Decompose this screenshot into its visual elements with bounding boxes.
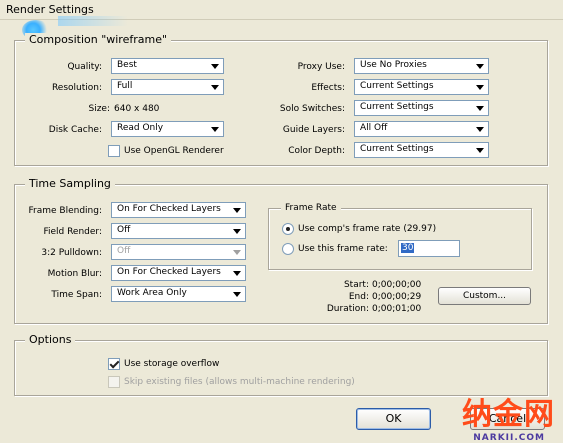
chevron-down-icon: [211, 85, 219, 90]
pulldown-value: Off: [117, 246, 131, 256]
time-span-select[interactable]: Work Area Only: [111, 286, 246, 302]
effects-value: Current Settings: [360, 81, 434, 91]
motion-blur-select[interactable]: On For Checked Layers: [111, 265, 246, 281]
start-value: 0;00;00;00: [372, 280, 422, 290]
pulldown-select: Off: [111, 244, 246, 260]
time-span-value: Work Area Only: [117, 288, 187, 298]
quality-value: Best: [117, 60, 137, 70]
duration-value: 0;00;01;00: [372, 304, 422, 314]
color-depth-label: Color Depth:: [288, 146, 345, 156]
guide-layers-value: All Off: [360, 123, 388, 133]
resolution-label: Resolution:: [51, 83, 102, 93]
disk-cache-value: Read Only: [117, 123, 164, 133]
chevron-down-icon: [476, 85, 484, 90]
quality-select[interactable]: Best: [111, 58, 224, 74]
this-frame-rate-radio[interactable]: [282, 243, 294, 255]
frame-blending-label: Frame Blending:: [28, 206, 102, 216]
solo-switches-value: Current Settings: [360, 102, 434, 112]
frame-blending-select[interactable]: On For Checked Layers: [111, 202, 246, 218]
comp-frame-rate-label: Use comp's frame rate (29.97): [298, 224, 437, 234]
opengl-checkbox[interactable]: [108, 145, 120, 157]
end-label: End:: [348, 292, 369, 302]
proxy-use-value: Use No Proxies: [360, 60, 427, 70]
disk-cache-label: Disk Cache:: [48, 125, 102, 135]
proxy-use-label: Proxy Use:: [297, 62, 345, 72]
custom-button[interactable]: Custom...: [438, 287, 531, 305]
chevron-down-icon: [233, 208, 241, 213]
storage-overflow-label: Use storage overflow: [124, 359, 220, 369]
time-sampling-legend: Time Sampling: [25, 177, 115, 190]
time-span-label: Time Span:: [51, 290, 102, 300]
frame-rate-input-value: 30: [401, 243, 415, 253]
proxy-use-select[interactable]: Use No Proxies: [354, 58, 489, 74]
duration-label: Duration:: [326, 304, 369, 314]
field-render-value: Off: [117, 225, 131, 235]
composition-legend: Composition "wireframe": [25, 33, 172, 46]
end-value: 0;00;00;29: [372, 292, 422, 302]
color-depth-value: Current Settings: [360, 144, 434, 154]
chevron-down-icon: [211, 64, 219, 69]
this-frame-rate-label: Use this frame rate:: [298, 244, 388, 254]
disk-cache-select[interactable]: Read Only: [111, 121, 224, 137]
size-value: 640 x 480: [114, 104, 160, 114]
window-title: Render Settings: [6, 3, 94, 16]
motion-blur-value: On For Checked Layers: [117, 267, 221, 277]
guide-layers-select[interactable]: All Off: [354, 121, 489, 137]
start-label: Start:: [343, 280, 369, 290]
chevron-down-icon: [476, 64, 484, 69]
watermark: 纳金网 NARKII.COM: [428, 397, 563, 443]
storage-overflow-checkbox[interactable]: [108, 358, 120, 370]
pulldown-label: 3:2 Pulldown:: [41, 248, 102, 258]
chevron-down-icon: [476, 148, 484, 153]
opengl-label: Use OpenGL Renderer: [124, 146, 224, 156]
blue-blur-artifact-2: [58, 16, 128, 26]
ok-button[interactable]: OK: [356, 408, 431, 430]
skip-existing-label: Skip existing files (allows multi-machin…: [124, 377, 355, 387]
field-render-select[interactable]: Off: [111, 223, 246, 239]
size-label: Size:: [88, 104, 110, 114]
field-render-label: Field Render:: [43, 227, 102, 237]
chevron-down-icon: [233, 229, 241, 234]
resolution-select[interactable]: Full: [111, 79, 224, 95]
guide-layers-label: Guide Layers:: [282, 125, 345, 135]
options-legend: Options: [25, 333, 76, 346]
chevron-down-icon: [233, 292, 241, 297]
resolution-value: Full: [117, 81, 133, 91]
solo-switches-label: Solo Switches:: [279, 104, 345, 114]
chevron-down-icon: [233, 271, 241, 276]
effects-select[interactable]: Current Settings: [354, 79, 489, 95]
comp-frame-rate-radio[interactable]: [282, 223, 294, 235]
chevron-down-icon: [211, 127, 219, 132]
frame-rate-input[interactable]: 30: [398, 240, 460, 257]
skip-existing-checkbox: [108, 376, 120, 388]
frame-rate-group: Frame Rate: [268, 203, 532, 270]
color-depth-select[interactable]: Current Settings: [354, 142, 489, 158]
chevron-down-icon: [476, 106, 484, 111]
effects-label: Effects:: [311, 83, 345, 93]
chevron-down-icon: [476, 127, 484, 132]
options-group: Options: [14, 333, 548, 396]
watermark-url: NARKII.COM: [473, 433, 545, 443]
frame-rate-legend: Frame Rate: [281, 203, 341, 213]
chevron-down-icon: [233, 250, 241, 255]
motion-blur-label: Motion Blur:: [47, 269, 102, 279]
frame-blending-value: On For Checked Layers: [117, 204, 221, 214]
solo-switches-select[interactable]: Current Settings: [354, 100, 489, 116]
quality-label: Quality:: [67, 62, 102, 72]
watermark-logo: 纳金网: [462, 397, 555, 432]
